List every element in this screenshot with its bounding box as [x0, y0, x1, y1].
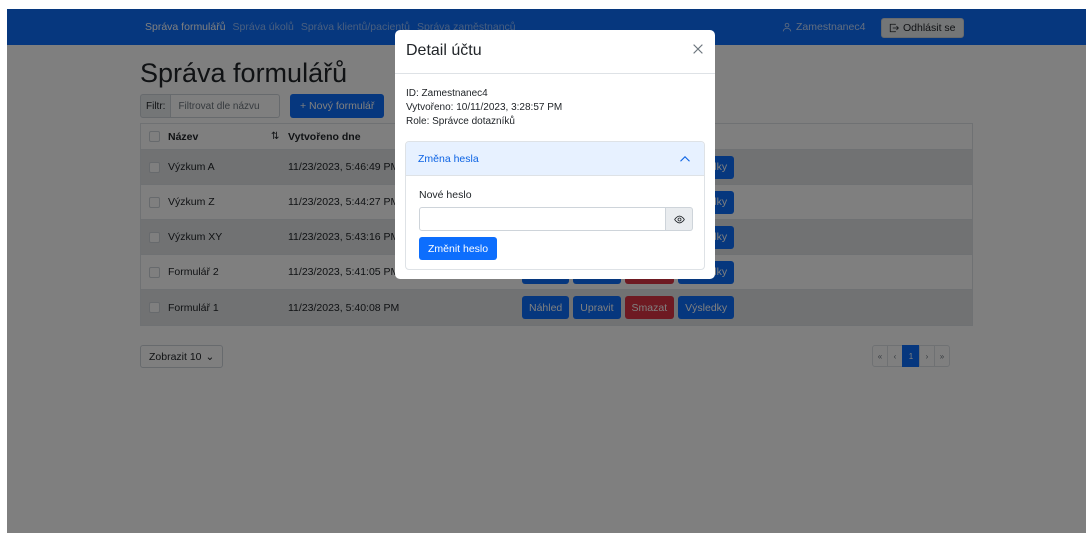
eye-icon	[673, 215, 685, 223]
toggle-password-visibility[interactable]	[666, 207, 693, 231]
account-detail-modal: Detail účtu ID: Zamestnanec4 Vytvořeno: …	[395, 30, 715, 279]
modal-header: Detail účtu	[395, 30, 715, 74]
new-password-label: Nové heslo	[419, 189, 472, 201]
new-password-input[interactable]	[419, 207, 666, 231]
accordion-header[interactable]: Změna hesla	[406, 142, 704, 176]
accordion-title: Změna hesla	[418, 152, 479, 165]
account-role: Role: Správce dotazníků	[406, 116, 515, 127]
account-info: ID: Zamestnanec4 Vytvořeno: 10/11/2023, …	[406, 87, 562, 129]
modal-title: Detail účtu	[406, 42, 482, 59]
close-icon[interactable]	[691, 42, 705, 56]
chevron-up-icon	[680, 155, 690, 162]
app-frame: Správa formulářů Správa úkolů Správa kli…	[7, 9, 1086, 533]
account-id: ID: Zamestnanec4	[406, 88, 488, 99]
password-group	[419, 207, 693, 231]
password-accordion: Změna hesla Nové heslo Změnit heslo	[405, 141, 705, 270]
change-password-button[interactable]: Změnit heslo	[419, 237, 498, 260]
account-created: Vytvořeno: 10/11/2023, 3:28:57 PM	[406, 102, 563, 113]
